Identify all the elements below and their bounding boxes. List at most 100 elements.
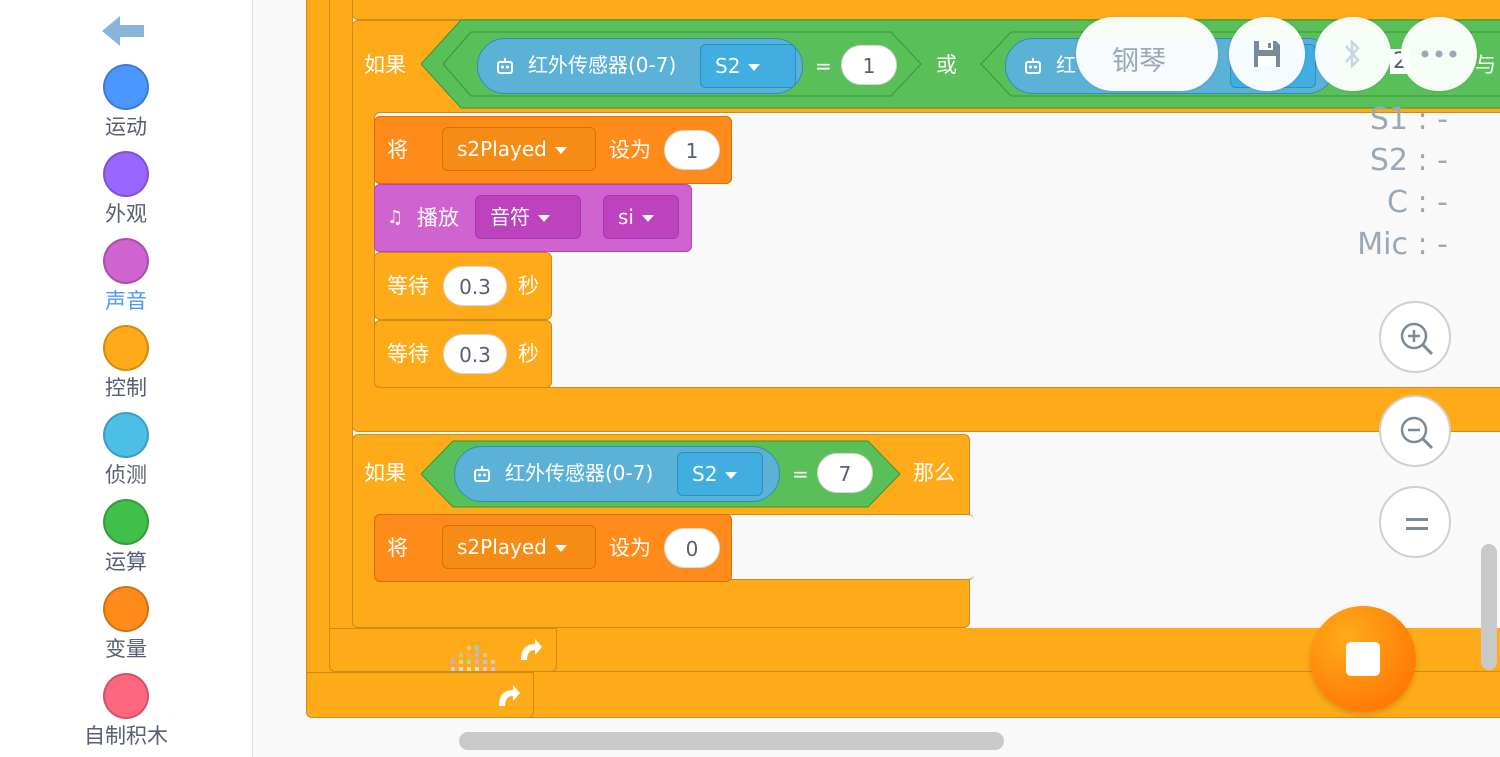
category-label: 运算: [105, 550, 147, 574]
horizontal-scrollbar[interactable]: [459, 732, 1004, 750]
category-operators[interactable]: 运算: [78, 499, 174, 586]
piano-button[interactable]: 钢琴: [1076, 17, 1218, 91]
sensor-label-partial: 红: [1056, 53, 1076, 77]
my-blocks-dot-icon: [103, 673, 149, 719]
sensor-label: 红外传感器(0-7): [528, 53, 677, 77]
caret-down-icon: [538, 215, 550, 222]
variable-name: s2Played: [457, 137, 547, 161]
category-sensing[interactable]: 侦测: [78, 412, 174, 499]
category-variables[interactable]: 变量: [78, 586, 174, 673]
variable-dropdown[interactable]: s2Played: [442, 525, 596, 569]
if-label: 如果: [364, 461, 406, 485]
zoom-out-button[interactable]: [1379, 395, 1451, 467]
play-note-block[interactable]: ♫ 播放 音符 si: [374, 184, 692, 252]
more-button[interactable]: [1401, 17, 1477, 91]
category-motion[interactable]: 运动: [78, 64, 174, 151]
bluetooth-icon: [1345, 38, 1360, 70]
previous-block-bottom[interactable]: [352, 0, 1500, 20]
set-to-label: 设为: [609, 138, 651, 162]
ellipsis-icon: [1421, 50, 1457, 58]
mic-readout: Mic : -: [1357, 227, 1448, 262]
and-label: 与: [1475, 53, 1496, 77]
note-dropdown[interactable]: si: [603, 195, 679, 239]
category-label: 自制积木: [84, 724, 168, 748]
category-my-blocks[interactable]: 自制积木: [78, 673, 174, 757]
equals-icon: [1406, 518, 1428, 530]
control-dot-icon: [103, 325, 149, 371]
port-value: S2: [715, 54, 741, 78]
value-input-2[interactable]: 7: [817, 453, 873, 493]
s1-readout: S1 : -: [1369, 102, 1448, 137]
sound-type-value: 音符: [490, 205, 530, 229]
set-to-label: 设为: [609, 536, 651, 560]
then-label: 那么: [913, 461, 955, 485]
zoom-in-button[interactable]: [1379, 301, 1451, 373]
note-value: si: [618, 205, 634, 229]
wait-seconds-input[interactable]: 0.3: [443, 266, 507, 306]
port-dropdown[interactable]: S2: [700, 44, 796, 88]
vertical-scrollbar[interactable]: [1481, 544, 1497, 670]
category-label: 变量: [105, 637, 147, 661]
piano-label: 钢琴: [1112, 46, 1166, 77]
wait-label: 等待: [387, 274, 429, 298]
music-note-icon: ♫: [387, 207, 404, 228]
wait-seconds-input[interactable]: 0.3: [443, 334, 507, 374]
set-label: 将: [387, 138, 408, 162]
sound-type-dropdown[interactable]: 音符: [475, 195, 581, 239]
operators-dot-icon: [103, 499, 149, 545]
port-dropdown[interactable]: S2: [677, 452, 763, 496]
floppy-disk-icon: [1254, 41, 1280, 67]
robot-icon: [474, 466, 490, 482]
sensing-dot-icon: [103, 412, 149, 458]
value-input-1[interactable]: 1: [841, 45, 897, 85]
seconds-label: 秒: [518, 274, 539, 298]
zoom-reset-button[interactable]: [1379, 486, 1451, 558]
loop-arrow-icon: [521, 639, 542, 660]
stop-button[interactable]: [1310, 606, 1416, 712]
zoom-in-icon: [1400, 322, 1434, 356]
equals-sign: =: [815, 54, 832, 78]
category-label: 侦测: [105, 463, 147, 487]
caret-down-icon: [748, 64, 761, 71]
equals-sign: =: [792, 462, 809, 486]
caret-down-icon: [554, 545, 567, 552]
set-value-input[interactable]: 0: [664, 528, 720, 568]
wait-block-1[interactable]: 等待 0.3 秒: [374, 252, 552, 320]
ir-sensor-reporter-1[interactable]: 红外传感器(0-7) S2: [477, 38, 803, 94]
c-readout: C : -: [1387, 185, 1448, 220]
sensor-label: 红外传感器(0-7): [505, 461, 654, 485]
bluetooth-button[interactable]: [1315, 17, 1391, 91]
zoom-out-icon: [1400, 416, 1434, 450]
looks-dot-icon: [103, 151, 149, 197]
variables-dot-icon: [103, 586, 149, 632]
matrix-icon: [451, 646, 495, 671]
set-label: 将: [387, 536, 408, 560]
category-label: 外观: [105, 202, 147, 226]
back-arrow-icon[interactable]: [100, 12, 146, 50]
caret-down-icon: [554, 147, 567, 154]
category-label: 控制: [105, 376, 147, 400]
or-label: 或: [936, 53, 957, 77]
motion-dot-icon: [103, 64, 149, 110]
ir-sensor-reporter-3[interactable]: 红外传感器(0-7) S2: [454, 446, 780, 502]
set-value-input[interactable]: 1: [664, 130, 720, 170]
set-variable-block-2[interactable]: 将 s2Played 设为 0: [374, 514, 732, 582]
caret-down-icon: [641, 215, 654, 222]
variable-dropdown[interactable]: s2Played: [442, 127, 596, 171]
sound-dot-icon: [103, 238, 149, 284]
category-looks[interactable]: 外观: [78, 151, 174, 238]
seconds-label: 秒: [518, 342, 539, 366]
s2-readout: S2 : -: [1369, 143, 1448, 178]
set-variable-block-1[interactable]: 将 s2Played 设为 1: [374, 116, 732, 184]
save-button[interactable]: [1229, 17, 1305, 91]
robot-icon: [1025, 58, 1041, 74]
stop-icon: [1346, 642, 1380, 676]
loop-arrow-icon: [499, 685, 520, 706]
robot-icon: [497, 58, 513, 74]
category-control[interactable]: 控制: [78, 325, 174, 412]
wait-block-2[interactable]: 等待 0.3 秒: [374, 320, 552, 388]
play-label: 播放: [417, 206, 459, 230]
category-sound[interactable]: 声音: [78, 238, 174, 325]
category-sidebar: 运动 外观 声音 控制 侦测 运算 变量 自制积木: [0, 0, 253, 757]
caret-down-icon: [725, 472, 738, 479]
